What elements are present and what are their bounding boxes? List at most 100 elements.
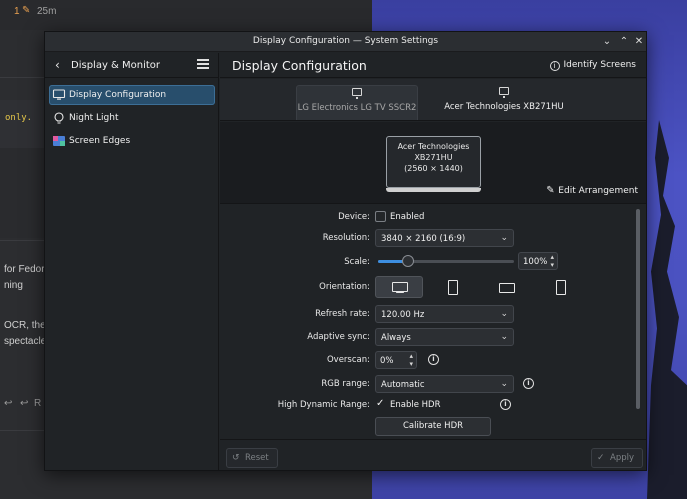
- monitor-icon: [52, 89, 66, 100]
- sidebar-item-label: Night Light: [69, 113, 119, 123]
- rgb-range-row: RGB range: Automatic ⌄ i: [220, 375, 646, 395]
- identify-screens-label: Identify Screens: [563, 60, 636, 70]
- screen-preview[interactable]: Acer Technologies XB271HU (2560 × 1440): [386, 136, 481, 188]
- overscan-spinbox[interactable]: 0% ▴ ▾: [375, 351, 417, 369]
- back-arrow-icon[interactable]: ‹: [55, 58, 60, 72]
- footer: ↺ Reset ✓ Apply: [220, 439, 646, 470]
- sidebar-title: Display & Monitor: [71, 60, 161, 71]
- adaptive-sync-row: Adaptive sync: Always ⌄: [220, 328, 646, 348]
- identify-screens-button[interactable]: i Identify Screens: [549, 60, 636, 71]
- orientation-portrait-right-button[interactable]: [537, 276, 585, 298]
- scale-label: Scale:: [344, 257, 370, 267]
- portrait-left-icon: [448, 280, 458, 295]
- window-titlebar[interactable]: Display Configuration — System Settings …: [45, 32, 646, 52]
- orientation-row: Orientation:: [220, 276, 646, 300]
- sidebar-header: ‹ Display & Monitor: [45, 53, 219, 78]
- scale-value: 100%: [523, 257, 548, 267]
- rgb-range-dropdown[interactable]: Automatic ⌄: [375, 375, 514, 393]
- monitor-icon: [352, 88, 362, 99]
- screen-preview-resolution: (2560 × 1440): [404, 164, 463, 173]
- background-text: ning: [4, 280, 23, 291]
- close-button[interactable]: ✕: [631, 34, 646, 50]
- apply-label: Apply: [610, 453, 634, 463]
- pencil-icon: ✎: [546, 185, 555, 196]
- overscan-value: 0%: [380, 356, 394, 366]
- scrollbar-thumb[interactable]: [636, 209, 640, 409]
- spin-arrows-icon[interactable]: ▴ ▾: [409, 352, 413, 368]
- background-text: OCR, the: [4, 320, 46, 331]
- background-count: 1: [14, 6, 20, 17]
- spin-arrows-icon[interactable]: ▴ ▾: [550, 253, 554, 269]
- hdr-label: High Dynamic Range:: [277, 400, 370, 410]
- screen-preview-vendor: Acer Technologies: [397, 142, 470, 151]
- chevron-down-icon: ⌄: [500, 309, 508, 319]
- background-icon: ↩: [4, 398, 13, 409]
- sidebar-item-screen-edges[interactable]: Screen Edges: [49, 131, 215, 151]
- resolution-value: 3840 × 2160 (16:9): [381, 234, 466, 244]
- background-text: spectacle: [4, 336, 47, 347]
- window-title: Display Configuration — System Settings: [252, 36, 439, 46]
- orientation-landscape-button[interactable]: [375, 276, 423, 298]
- resolution-label: Resolution:: [322, 233, 370, 243]
- orientation-flipped-button[interactable]: [483, 276, 531, 298]
- edit-arrangement-button[interactable]: ✎ Edit Arrangement: [546, 185, 638, 196]
- refresh-rate-dropdown[interactable]: 120.00 Hz ⌄: [375, 305, 514, 323]
- tab-label: Acer Technologies XB271HU: [444, 102, 564, 112]
- tab-acer-xb271hu[interactable]: Acer Technologies XB271HU: [442, 85, 566, 120]
- hdr-checkbox-label: Enable HDR: [390, 400, 441, 410]
- refresh-rate-value: 120.00 Hz: [381, 310, 425, 320]
- main-panel: Display Configuration i Identify Screens …: [220, 53, 646, 470]
- scale-slider-handle[interactable]: [401, 255, 414, 267]
- scale-spinbox[interactable]: 100% ▴ ▾: [518, 252, 558, 270]
- info-icon[interactable]: i: [523, 378, 534, 389]
- scale-row: Scale: 100% ▴ ▾: [220, 252, 646, 272]
- rgb-range-value: Automatic: [381, 380, 425, 390]
- resolution-row: Resolution: 3840 × 2160 (16:9) ⌄: [220, 229, 646, 249]
- hdr-checkbox-checked-icon[interactable]: ✓: [376, 398, 384, 409]
- orientation-label: Orientation:: [319, 282, 370, 292]
- sidebar-item-night-light[interactable]: Night Light: [49, 108, 215, 128]
- orientation-portrait-left-button[interactable]: [430, 276, 478, 298]
- chevron-down-icon: ⌄: [500, 379, 508, 389]
- screen-edges-icon: [53, 136, 65, 146]
- system-settings-window: Display Configuration — System Settings …: [44, 31, 647, 471]
- collapse-button[interactable]: ⌄: [599, 34, 615, 50]
- landscape-icon: [392, 282, 408, 292]
- resolution-dropdown[interactable]: 3840 × 2160 (16:9) ⌄: [375, 229, 514, 247]
- apply-button[interactable]: ✓ Apply: [591, 448, 643, 468]
- checkmark-icon: ✓: [597, 453, 605, 463]
- tab-label: LG Electronics LG TV SSCR2: [297, 103, 417, 113]
- reset-button[interactable]: ↺ Reset: [226, 448, 278, 468]
- arrangement-area: Acer Technologies XB271HU (2560 × 1440) …: [220, 122, 646, 204]
- sidebar: ‹ Display & Monitor Display Configuratio…: [45, 53, 219, 470]
- background-text: for Fedor: [4, 264, 45, 275]
- calibrate-hdr-button[interactable]: Calibrate HDR Brightness...: [375, 417, 491, 436]
- reset-label: Reset: [245, 453, 269, 463]
- tab-lg-tv[interactable]: LG Electronics LG TV SSCR2: [296, 85, 418, 120]
- scale-slider[interactable]: [378, 255, 514, 267]
- hdr-row: High Dynamic Range: ✓ Enable HDR i: [220, 396, 646, 416]
- minimize-button[interactable]: ⌃: [616, 34, 632, 50]
- reset-icon: ↺: [232, 453, 240, 463]
- chevron-down-icon: ⌄: [500, 332, 508, 342]
- info-icon[interactable]: i: [500, 399, 511, 410]
- background-time: 25m: [37, 6, 57, 17]
- info-icon[interactable]: i: [428, 354, 439, 365]
- sidebar-item-label: Screen Edges: [69, 136, 131, 146]
- refresh-rate-row: Refresh rate: 120.00 Hz ⌄: [220, 305, 646, 325]
- adaptive-sync-dropdown[interactable]: Always ⌄: [375, 328, 514, 346]
- device-enabled-checkbox[interactable]: [375, 211, 386, 222]
- background-code: only.: [5, 113, 33, 123]
- settings-scrollbar[interactable]: [636, 207, 641, 433]
- device-enabled-label: Enabled: [390, 212, 425, 222]
- wallpaper-tree: [647, 120, 687, 499]
- landscape-flipped-icon: [499, 283, 515, 293]
- overscan-row: Overscan: 0% ▴ ▾ i: [220, 351, 646, 371]
- landscape-stand: [396, 292, 404, 293]
- rgb-range-label: RGB range:: [321, 379, 370, 389]
- main-header: Display Configuration i Identify Screens: [220, 53, 646, 78]
- sidebar-item-display-configuration[interactable]: Display Configuration: [49, 85, 215, 105]
- screen-preview-stand: [386, 188, 481, 192]
- adaptive-sync-value: Always: [381, 333, 411, 343]
- hamburger-menu-icon[interactable]: [197, 59, 209, 69]
